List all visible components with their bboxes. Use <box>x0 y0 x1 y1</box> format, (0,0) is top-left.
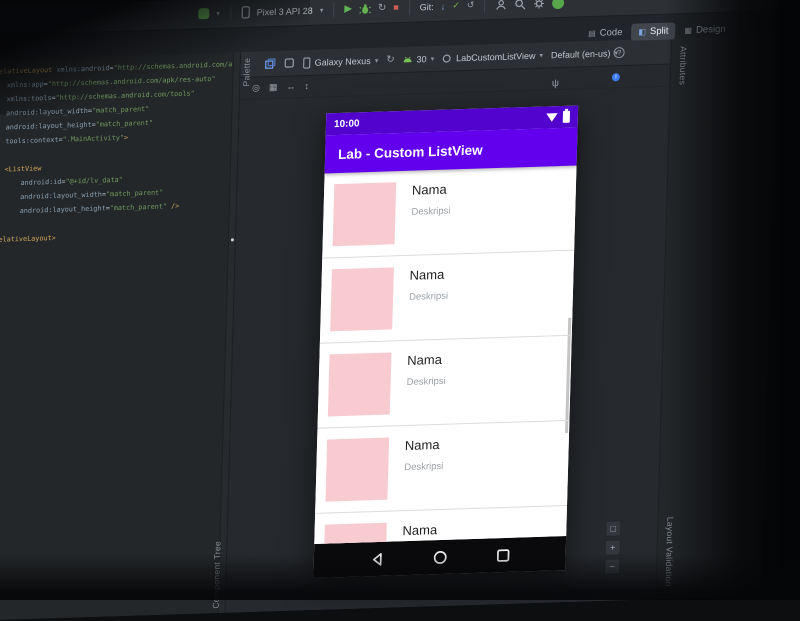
api-level-label: 30 <box>417 54 427 64</box>
tool-tab-layout-validation[interactable]: Layout Validation <box>664 517 676 587</box>
item-thumbnail <box>328 352 392 416</box>
theme-label: LabCustomListView <box>456 50 536 63</box>
orientation-rotate-icon[interactable]: ↻ <box>386 55 395 65</box>
design-canvas[interactable]: 10:00 Lab - Custom ListView Nama Deskrip… <box>225 87 669 613</box>
item-thumbnail <box>323 523 387 544</box>
item-title: Nama <box>407 352 442 368</box>
resize-vertical-icon[interactable]: ↕ <box>304 82 309 91</box>
item-thumbnail <box>330 267 394 331</box>
back-icon <box>369 551 384 566</box>
phone-device-icon <box>303 56 311 68</box>
toolbar-separator <box>484 0 485 12</box>
zoom-fit-button[interactable]: □ <box>605 520 621 537</box>
list-item[interactable]: Nama Deskripsi <box>315 421 569 514</box>
recents-icon <box>495 547 510 562</box>
git-label: Git: <box>420 1 434 11</box>
settings-gear-icon[interactable] <box>533 0 545 9</box>
code-editor[interactable]: <RelativeLayout xmlns:android="http://sc… <box>0 52 233 621</box>
git-rollback-button[interactable]: ↺ <box>467 0 475 11</box>
item-title: Nama <box>405 437 440 453</box>
item-description: Deskripsi <box>409 291 448 303</box>
tab-code[interactable]: ▤ Code <box>581 23 630 42</box>
splitter-handle[interactable] <box>231 238 234 241</box>
battery-icon <box>563 111 570 123</box>
tool-tab-palette[interactable]: Palette <box>241 58 252 87</box>
theme-dropdown[interactable]: LabCustomListView ▾ <box>442 50 543 63</box>
api-level-dropdown[interactable]: 30 ▾ <box>403 53 435 64</box>
system-ui-mode-icon[interactable] <box>284 57 295 68</box>
run-button[interactable]: ▶ <box>344 4 352 14</box>
tool-tab-component-tree[interactable]: Component Tree <box>211 541 223 609</box>
home-icon <box>432 549 447 564</box>
user-avatar[interactable] <box>552 0 564 9</box>
code-tab-icon: ▤ <box>588 28 596 37</box>
app-bar: Lab - Custom ListView <box>325 127 578 173</box>
preview-device-label: Galaxy Nexus <box>315 55 371 67</box>
resize-horizontal-icon[interactable]: ↔ <box>286 82 295 91</box>
chevron-down-icon: ▾ <box>375 56 379 64</box>
preview-device-dropdown[interactable]: Galaxy Nexus ▾ <box>303 54 379 68</box>
theme-icon <box>442 53 452 63</box>
phone-device-icon <box>241 6 250 19</box>
item-title: Nama <box>402 522 437 538</box>
toolbar-separator <box>333 2 334 17</box>
tab-design[interactable]: ▦ Design <box>677 20 733 39</box>
toolbar-separator <box>230 5 231 20</box>
right-tool-stripe: Attributes Layout Validation <box>655 35 777 599</box>
device-antenna-icon: ψ <box>552 78 559 89</box>
item-title: Nama <box>412 182 447 198</box>
tab-split-label: Split <box>650 25 669 37</box>
tool-tab-attributes[interactable]: Attributes <box>678 46 689 85</box>
chevron-down-icon: ▾ <box>320 6 324 14</box>
tab-split[interactable]: ◧ Split <box>631 22 676 40</box>
device-selector-label: Pixel 3 API 28 <box>257 5 313 17</box>
list-item[interactable]: Nama Deskripsi <box>320 251 574 344</box>
locale-label: Default (en-us) <box>551 48 611 60</box>
listview[interactable]: Nama Deskripsi Nama Deskripsi Nama <box>314 166 576 544</box>
list-item[interactable]: Nama Deskripsi <box>318 336 572 429</box>
tab-design-label: Design <box>696 23 726 35</box>
item-description: Deskripsi <box>411 206 450 218</box>
item-title: Nama <box>409 267 444 283</box>
status-time: 10:00 <box>334 112 546 130</box>
chevron-down-icon: ▾ <box>431 54 435 62</box>
wifi-icon <box>546 113 558 122</box>
item-description: Deskripsi <box>407 376 446 388</box>
item-description: Deskripsi <box>404 461 443 473</box>
app-bar-title: Lab - Custom ListView <box>338 142 483 162</box>
item-thumbnail <box>325 438 389 502</box>
design-surface-icon[interactable] <box>265 58 276 69</box>
render-info-badge[interactable]: i <box>612 73 620 81</box>
tab-code-label: Code <box>600 27 623 39</box>
design-tab-icon: ▦ <box>684 25 692 34</box>
app-module-icon <box>198 8 209 19</box>
search-icon[interactable] <box>514 0 526 10</box>
module-selector[interactable]: ▾ <box>198 8 220 20</box>
git-update-button[interactable]: ↓ <box>441 1 446 11</box>
chevron-down-icon: ▾ <box>216 9 220 17</box>
zoom-out-button[interactable]: − <box>604 558 620 575</box>
toolbar-separator <box>409 0 410 15</box>
zoom-in-button[interactable]: + <box>605 539 621 556</box>
user-access-icon[interactable] <box>495 0 507 11</box>
android-droid-icon <box>403 56 413 63</box>
chevron-down-icon: ▾ <box>539 51 543 59</box>
android-studio-window: ▾ Pixel 3 API 28 ▾ ▶ ↻ ■ Git: ↓ ✓ ↺ ▤ Co… <box>0 0 778 621</box>
locale-dropdown[interactable]: Default (en-us) ▾ <box>551 48 618 60</box>
split-tab-icon: ◧ <box>638 27 646 36</box>
design-surface-panel: Galaxy Nexus ▾ ↻ 30 ▾ LabCustomListView … <box>225 39 670 613</box>
item-thumbnail <box>333 182 397 246</box>
sync-icon[interactable]: ↻ <box>378 3 387 13</box>
help-button[interactable]: ? <box>613 47 624 58</box>
device-preview[interactable]: 10:00 Lab - Custom ListView Nama Deskrip… <box>313 105 578 578</box>
list-item[interactable]: Nama Deskripsi <box>322 166 576 259</box>
stop-button[interactable]: ■ <box>393 3 399 12</box>
device-selector-dropdown[interactable]: Pixel 3 API 28 ▾ <box>241 3 324 19</box>
grid-mode-icon[interactable]: ▦ <box>269 83 278 92</box>
view-options-icon[interactable]: ◎ <box>252 83 260 92</box>
zoom-controls: □ + − <box>604 520 622 575</box>
debug-bug-icon[interactable] <box>359 2 371 14</box>
git-commit-button[interactable]: ✓ <box>452 0 460 11</box>
